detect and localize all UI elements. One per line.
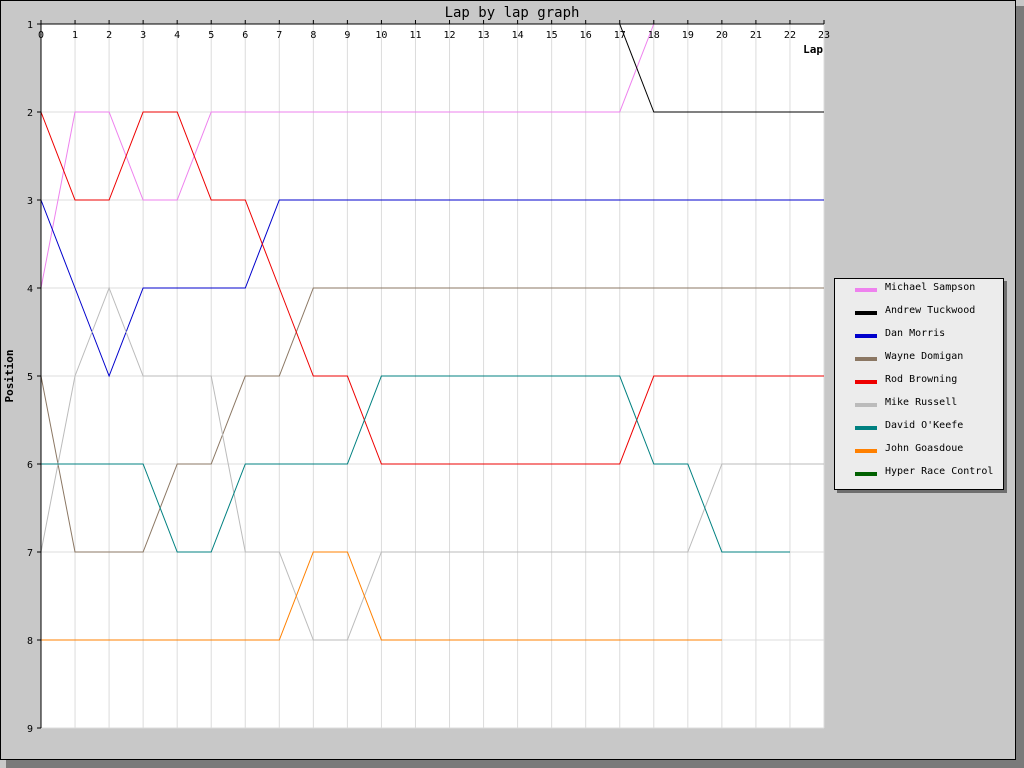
- x-tick-label: 9: [344, 30, 350, 41]
- y-tick-label: 8: [27, 636, 33, 647]
- x-tick-label: 10: [375, 30, 387, 41]
- x-tick-label: 6: [242, 30, 248, 41]
- legend-item: Wayne Domigan: [835, 349, 1003, 367]
- legend-item: Andrew Tuckwood: [835, 303, 1003, 321]
- legend-swatch: [855, 334, 877, 338]
- x-tick-label: 22: [784, 30, 796, 41]
- legend-label: David O'Keefe: [885, 420, 964, 431]
- legend-item: Michael Sampson: [835, 280, 1003, 298]
- legend-swatch: [855, 288, 877, 292]
- legend-swatch: [855, 311, 877, 315]
- x-tick-label: 3: [140, 30, 146, 41]
- legend-label: Michael Sampson: [885, 282, 976, 293]
- legend-item: John Goasdoue: [835, 441, 1003, 459]
- y-tick-label: 2: [27, 108, 33, 119]
- legend-swatch: [855, 380, 877, 384]
- chart-title: Lap by lap graph: [445, 5, 580, 21]
- x-tick-label: 11: [409, 30, 421, 41]
- x-tick-label: 19: [682, 30, 694, 41]
- x-tick-label: 8: [310, 30, 316, 41]
- x-tick-label: 12: [443, 30, 455, 41]
- x-tick-label: 17: [614, 30, 626, 41]
- x-tick-label: 4: [174, 30, 180, 41]
- x-tick-label: 7: [276, 30, 282, 41]
- x-tick-label: 16: [580, 30, 592, 41]
- x-tick-label: 5: [208, 30, 214, 41]
- y-tick-label: 6: [27, 460, 33, 471]
- y-tick-label: 9: [27, 724, 33, 735]
- legend-item: Rod Browning: [835, 372, 1003, 390]
- legend: Michael Sampson Andrew Tuckwood Dan Morris…: [834, 278, 1004, 490]
- y-tick-label: 3: [27, 196, 33, 207]
- y-tick-label: 1: [27, 20, 33, 31]
- x-tick-label: 2: [106, 30, 112, 41]
- legend-label: Rod Browning: [885, 374, 958, 385]
- y-tick-label: 5: [27, 372, 33, 383]
- legend-label: Mike Russell: [885, 397, 958, 408]
- legend-swatch: [855, 449, 877, 453]
- x-tick-label: 1: [72, 30, 78, 41]
- x-axis-label: Lap: [803, 43, 823, 56]
- legend-label: Wayne Domigan: [885, 351, 964, 362]
- x-tick-label: 15: [546, 30, 558, 41]
- y-tick-label: 4: [27, 284, 33, 295]
- legend-label: Andrew Tuckwood: [885, 305, 976, 316]
- legend-swatch: [855, 472, 877, 476]
- x-tick-label: 13: [478, 30, 490, 41]
- legend-label: John Goasdoue: [885, 443, 964, 454]
- x-tick-label: 23: [818, 30, 830, 41]
- legend-label: Hyper Race Control: [885, 466, 994, 477]
- x-tick-label: 18: [648, 30, 660, 41]
- legend-label: Dan Morris: [885, 328, 946, 339]
- frame-shadow-bottom: [6, 760, 1024, 768]
- legend-item: Dan Morris: [835, 326, 1003, 344]
- x-tick-label: 0: [38, 30, 44, 41]
- y-axis-label: Position: [3, 350, 16, 403]
- legend-item: Hyper Race Control: [835, 464, 1003, 482]
- x-tick-label: 21: [750, 30, 762, 41]
- legend-swatch: [855, 403, 877, 407]
- legend-swatch: [855, 357, 877, 361]
- x-tick-label: 20: [716, 30, 728, 41]
- frame-shadow-right: [1016, 6, 1024, 768]
- y-tick-label: 7: [27, 548, 33, 559]
- legend-swatch: [855, 426, 877, 430]
- legend-item: Mike Russell: [835, 395, 1003, 413]
- legend-item: David O'Keefe: [835, 418, 1003, 436]
- x-tick-label: 14: [512, 30, 524, 41]
